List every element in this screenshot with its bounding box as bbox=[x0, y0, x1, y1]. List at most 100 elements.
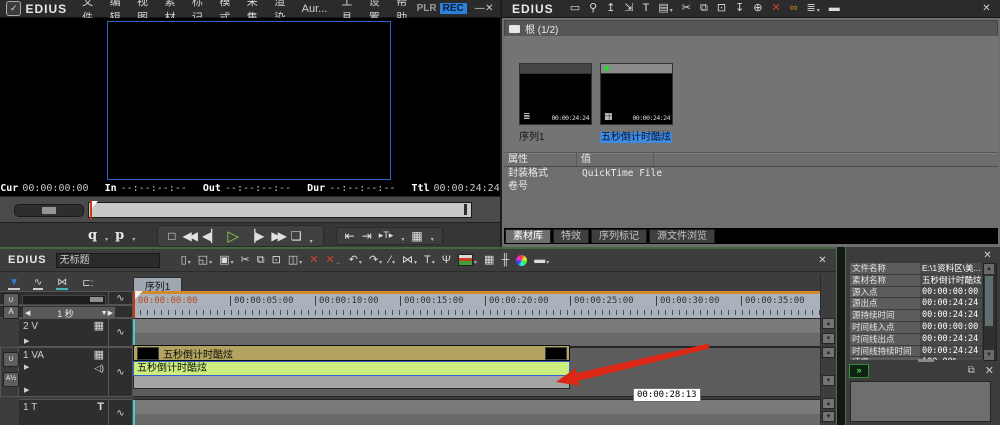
scroll-up-button[interactable]: ▲ bbox=[822, 347, 835, 358]
zoom-slider-thumb[interactable] bbox=[90, 297, 103, 302]
tab-sequence-marker[interactable]: 序列标记 bbox=[591, 229, 647, 243]
scroll-down-button[interactable]: ▼ bbox=[984, 350, 994, 360]
export-dropdown[interactable]: ▾ bbox=[431, 236, 434, 243]
save-project-icon[interactable]: ▣▾ bbox=[219, 255, 233, 266]
close-button[interactable]: ✕ bbox=[485, 3, 494, 14]
goto-out-button[interactable]: ⇥ bbox=[362, 229, 372, 243]
bin-content[interactable]: ≣ 00:00:24:24 序列1 ▦ 00:00:24:24 五秒倒计时酷炫 bbox=[504, 36, 998, 152]
scroll-down-button[interactable]: ▼ bbox=[822, 411, 835, 422]
timeline-close-button[interactable]: ✕ bbox=[815, 255, 830, 266]
display-mode-dropdown[interactable]: ▾ bbox=[310, 238, 313, 245]
add-to-bin-icon[interactable]: ⊕ bbox=[753, 3, 762, 14]
replace-clip-icon[interactable]: ◫▾ bbox=[288, 255, 302, 266]
search-icon[interactable]: ⚲ bbox=[589, 3, 597, 14]
playhead-flag[interactable] bbox=[135, 291, 143, 299]
bin-item-name[interactable]: 五秒倒计时酷炫 bbox=[600, 128, 673, 143]
audio-rubber-band[interactable] bbox=[133, 376, 570, 389]
app-logo-icon[interactable]: ✓ bbox=[6, 1, 21, 16]
film-icon[interactable]: ▦ bbox=[94, 321, 104, 332]
delete-in-out-icon[interactable]: ✕← bbox=[325, 255, 341, 266]
previous-frame-button[interactable]: ◀▏ bbox=[202, 229, 220, 243]
plr-mode-button[interactable]: PLR bbox=[417, 3, 437, 14]
minimize-button[interactable]: — bbox=[475, 3, 485, 14]
expand-handle-icon[interactable]: ∿ bbox=[108, 292, 132, 304]
bin-item-sequence[interactable]: ≣ 00:00:24:24 序列1 bbox=[519, 63, 592, 143]
info-scrollbar[interactable]: ▲ ▼ bbox=[983, 263, 997, 361]
audio-mixer-icon[interactable]: ╫ bbox=[501, 255, 509, 266]
title-track-icon[interactable]: T bbox=[97, 402, 104, 413]
open-project-icon[interactable]: ◱▾ bbox=[198, 255, 212, 266]
scroll-up-button[interactable]: ▲ bbox=[984, 264, 994, 274]
video-clip[interactable]: 五秒倒计时酷炫 bbox=[133, 345, 570, 361]
tab-effects[interactable]: 特效 bbox=[553, 229, 589, 243]
capture-mode-icon[interactable]: ⊏: bbox=[81, 278, 94, 289]
set-out-point-button[interactable]: p bbox=[115, 228, 124, 243]
timeline-ruler[interactable]: 00:00:00:00 00:00:05:00 00:00:10:00 00:0… bbox=[133, 291, 820, 318]
in-point-dropdown[interactable]: ▾ bbox=[105, 236, 108, 243]
cut-icon[interactable]: ✂ bbox=[241, 255, 250, 266]
expand-track-icon[interactable]: ▶ bbox=[24, 363, 29, 371]
menu-aur[interactable]: Aur... bbox=[295, 3, 335, 15]
seek-bar[interactable] bbox=[88, 202, 472, 218]
undo-icon[interactable]: ↶▾ bbox=[349, 255, 362, 266]
display-mode-button[interactable]: ❑ bbox=[291, 229, 302, 243]
create-title-icon[interactable]: T bbox=[643, 3, 650, 14]
shuttle-slider[interactable] bbox=[14, 204, 84, 217]
video-mute-button[interactable]: ∪ bbox=[3, 352, 19, 367]
set-in-point-button[interactable]: q bbox=[88, 228, 97, 243]
color-wheel-icon[interactable]: ● bbox=[516, 255, 527, 266]
panel-drag-handle[interactable] bbox=[918, 359, 934, 362]
view-mode-icon[interactable]: ≣▾ bbox=[807, 3, 820, 14]
redo-icon[interactable]: ↷▾ bbox=[369, 255, 382, 266]
sync-mode-icon[interactable]: ∿ bbox=[33, 277, 43, 290]
rec-mode-button[interactable]: REC bbox=[440, 3, 467, 14]
clear-icon[interactable]: ✕ bbox=[985, 366, 994, 377]
property-column-header[interactable]: 属性 bbox=[504, 153, 577, 166]
play-around-dropdown[interactable]: ▾ bbox=[401, 236, 404, 243]
expand-track-icon[interactable]: ▶ bbox=[24, 386, 29, 394]
copy-icon[interactable]: ⧉ bbox=[257, 255, 265, 266]
scroll-down-button[interactable]: ▼ bbox=[822, 375, 835, 386]
track-1t-content[interactable] bbox=[133, 399, 820, 425]
transition-icon[interactable]: ⋈▾ bbox=[402, 255, 417, 266]
fast-forward-button[interactable]: ▶▶ bbox=[271, 229, 283, 243]
rubber-band-icon[interactable]: ∿ bbox=[108, 319, 132, 346]
scroll-down-button[interactable]: ▼ bbox=[822, 333, 835, 344]
title-tool-icon[interactable]: T▾ bbox=[424, 255, 435, 266]
bin-folder-bar[interactable]: 根 (1/2) bbox=[504, 20, 998, 37]
export-render-icon[interactable]: ▾ bbox=[458, 254, 477, 266]
film-icon[interactable]: ▦ bbox=[94, 350, 104, 361]
up-folder-icon[interactable]: ↥ bbox=[606, 3, 615, 14]
razor-icon[interactable]: ∕▾ bbox=[389, 255, 395, 266]
colorbars-icon[interactable]: ▤▾ bbox=[658, 3, 672, 14]
scroll-up-button[interactable]: ▲ bbox=[822, 398, 835, 409]
bin-close-button[interactable]: ✕ bbox=[979, 3, 994, 14]
bin-item-name[interactable]: 序列1 bbox=[519, 128, 592, 143]
scroll-up-button[interactable]: ▲ bbox=[822, 318, 835, 329]
sequence-tab[interactable]: 序列1 bbox=[133, 277, 182, 292]
play-button[interactable]: ▷ bbox=[227, 227, 239, 245]
new-folder-icon[interactable]: ▭ bbox=[570, 3, 580, 14]
audio-expand-button[interactable]: A bbox=[3, 306, 19, 319]
audio-mute-button[interactable]: A½ bbox=[3, 372, 19, 387]
link-icon[interactable]: ∞ bbox=[790, 3, 798, 14]
tab-source-browser[interactable]: 源文件浏览 bbox=[649, 229, 715, 243]
stop-button[interactable]: □ bbox=[168, 229, 175, 243]
paste-icon[interactable]: ⊡ bbox=[717, 3, 726, 14]
transition-mode-icon[interactable]: ⋈ bbox=[56, 277, 68, 290]
rubber-band-icon[interactable]: ∿ bbox=[108, 348, 132, 396]
voiceover-mic-icon[interactable]: Ψ bbox=[442, 255, 451, 266]
add-clip-icon[interactable]: ⇲ bbox=[624, 3, 633, 14]
scale-left-icon[interactable]: ◀ bbox=[25, 309, 30, 317]
info-close-button[interactable]: ✕ bbox=[980, 250, 995, 261]
audio-clip[interactable]: 五秒倒计时酷炫 bbox=[133, 361, 570, 376]
delete-icon[interactable]: ✕ bbox=[771, 3, 780, 14]
paste-icon[interactable]: ⊡ bbox=[272, 255, 281, 266]
track-header-2v[interactable]: 2 V ▦ ▶ ∿ bbox=[19, 318, 133, 347]
timeline-zoom-slider[interactable] bbox=[22, 295, 106, 305]
value-column-header[interactable]: 值 bbox=[577, 153, 654, 166]
out-point-dropdown[interactable]: ▾ bbox=[132, 236, 135, 243]
tab-bin[interactable]: 素材库 bbox=[505, 229, 551, 243]
rubber-band-icon[interactable]: ∿ bbox=[108, 400, 132, 425]
export-button[interactable]: ▦ bbox=[411, 229, 422, 243]
